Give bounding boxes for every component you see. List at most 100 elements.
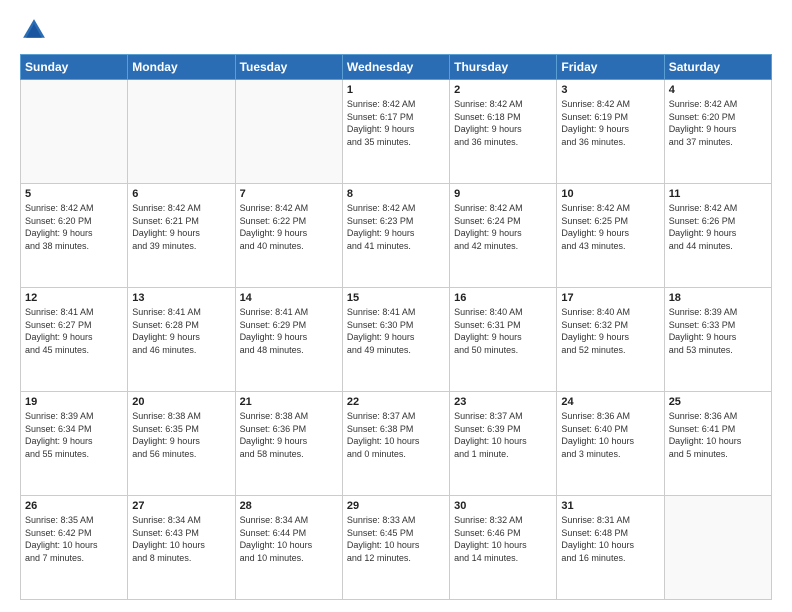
- calendar-week-row: 26Sunrise: 8:35 AM Sunset: 6:42 PM Dayli…: [21, 496, 772, 600]
- day-number: 18: [669, 292, 767, 304]
- calendar-cell: 5 Sunrise: 8:42 AM Sunset: 6:20 PM Daylig…: [21, 184, 128, 288]
- calendar-cell: 16Sunrise: 8:40 AM Sunset: 6:31 PM Dayli…: [450, 288, 557, 392]
- calendar-cell: 2 Sunrise: 8:42 AM Sunset: 6:18 PM Daylig…: [450, 80, 557, 184]
- calendar-cell: [21, 80, 128, 184]
- day-info: Sunrise: 8:42 AM Sunset: 6:23 PM Dayligh…: [347, 202, 445, 252]
- calendar-cell: 10Sunrise: 8:42 AM Sunset: 6:25 PM Dayli…: [557, 184, 664, 288]
- weekday-header: Saturday: [664, 55, 771, 80]
- day-info: Sunrise: 8:37 AM Sunset: 6:39 PM Dayligh…: [454, 410, 552, 460]
- calendar-cell: [664, 496, 771, 600]
- day-info: Sunrise: 8:36 AM Sunset: 6:40 PM Dayligh…: [561, 410, 659, 460]
- calendar-cell: 24 Sunrise: 8:36 AM Sunset: 6:40 PM Dayli…: [557, 392, 664, 496]
- day-info: Sunrise: 8:42 AM Sunset: 6:19 PM Dayligh…: [561, 98, 659, 148]
- day-info: Sunrise: 8:41 AM Sunset: 6:29 PM Dayligh…: [240, 306, 338, 356]
- day-info: Sunrise: 8:40 AM Sunset: 6:32 PM Dayligh…: [561, 306, 659, 356]
- day-info: Sunrise: 8:34 AM Sunset: 6:43 PM Dayligh…: [132, 514, 230, 564]
- calendar-cell: 8 Sunrise: 8:42 AM Sunset: 6:23 PM Daylig…: [342, 184, 449, 288]
- header: [20, 16, 772, 44]
- day-info: Sunrise: 8:32 AM Sunset: 6:46 PM Dayligh…: [454, 514, 552, 564]
- calendar-cell: 26Sunrise: 8:35 AM Sunset: 6:42 PM Dayli…: [21, 496, 128, 600]
- day-number: 15: [347, 292, 445, 304]
- day-number: 20: [132, 396, 230, 408]
- calendar-cell: 9 Sunrise: 8:42 AM Sunset: 6:24 PM Daylig…: [450, 184, 557, 288]
- calendar-cell: 3 Sunrise: 8:42 AM Sunset: 6:19 PM Daylig…: [557, 80, 664, 184]
- calendar: SundayMondayTuesdayWednesdayThursdayFrid…: [20, 54, 772, 600]
- day-number: 9: [454, 188, 552, 200]
- day-info: Sunrise: 8:42 AM Sunset: 6:22 PM Dayligh…: [240, 202, 338, 252]
- calendar-header-row: SundayMondayTuesdayWednesdayThursdayFrid…: [21, 55, 772, 80]
- calendar-cell: 14 Sunrise: 8:41 AM Sunset: 6:29 PM Dayli…: [235, 288, 342, 392]
- calendar-week-row: 19Sunrise: 8:39 AM Sunset: 6:34 PM Dayli…: [21, 392, 772, 496]
- day-number: 8: [347, 188, 445, 200]
- weekday-header: Monday: [128, 55, 235, 80]
- day-number: 24: [561, 396, 659, 408]
- logo-icon: [20, 16, 48, 44]
- day-info: Sunrise: 8:41 AM Sunset: 6:30 PM Dayligh…: [347, 306, 445, 356]
- calendar-cell: 21 Sunrise: 8:38 AM Sunset: 6:36 PM Dayli…: [235, 392, 342, 496]
- day-number: 21: [240, 396, 338, 408]
- day-info: Sunrise: 8:42 AM Sunset: 6:18 PM Dayligh…: [454, 98, 552, 148]
- day-info: Sunrise: 8:37 AM Sunset: 6:38 PM Dayligh…: [347, 410, 445, 460]
- calendar-week-row: 12Sunrise: 8:41 AM Sunset: 6:27 PM Dayli…: [21, 288, 772, 392]
- calendar-cell: 4 Sunrise: 8:42 AM Sunset: 6:20 PM Daylig…: [664, 80, 771, 184]
- day-number: 19: [25, 396, 123, 408]
- calendar-cell: 13Sunrise: 8:41 AM Sunset: 6:28 PM Dayli…: [128, 288, 235, 392]
- weekday-header: Sunday: [21, 55, 128, 80]
- calendar-cell: 1Sunrise: 8:42 AM Sunset: 6:17 PM Daylig…: [342, 80, 449, 184]
- day-info: Sunrise: 8:34 AM Sunset: 6:44 PM Dayligh…: [240, 514, 338, 564]
- calendar-cell: 18 Sunrise: 8:39 AM Sunset: 6:33 PM Dayli…: [664, 288, 771, 392]
- day-number: 2: [454, 84, 552, 96]
- day-info: Sunrise: 8:38 AM Sunset: 6:35 PM Dayligh…: [132, 410, 230, 460]
- day-number: 23: [454, 396, 552, 408]
- day-info: Sunrise: 8:31 AM Sunset: 6:48 PM Dayligh…: [561, 514, 659, 564]
- calendar-week-row: 1Sunrise: 8:42 AM Sunset: 6:17 PM Daylig…: [21, 80, 772, 184]
- day-number: 12: [25, 292, 123, 304]
- calendar-cell: 22Sunrise: 8:37 AM Sunset: 6:38 PM Dayli…: [342, 392, 449, 496]
- logo: [20, 16, 52, 44]
- day-number: 29: [347, 500, 445, 512]
- day-info: Sunrise: 8:39 AM Sunset: 6:33 PM Dayligh…: [669, 306, 767, 356]
- calendar-cell: [235, 80, 342, 184]
- day-number: 28: [240, 500, 338, 512]
- day-number: 27: [132, 500, 230, 512]
- calendar-cell: [128, 80, 235, 184]
- calendar-cell: 30 Sunrise: 8:32 AM Sunset: 6:46 PM Dayli…: [450, 496, 557, 600]
- weekday-header: Wednesday: [342, 55, 449, 80]
- day-number: 31: [561, 500, 659, 512]
- day-number: 5: [25, 188, 123, 200]
- calendar-cell: 6 Sunrise: 8:42 AM Sunset: 6:21 PM Daylig…: [128, 184, 235, 288]
- day-number: 4: [669, 84, 767, 96]
- day-info: Sunrise: 8:33 AM Sunset: 6:45 PM Dayligh…: [347, 514, 445, 564]
- calendar-cell: 15 Sunrise: 8:41 AM Sunset: 6:30 PM Dayli…: [342, 288, 449, 392]
- calendar-week-row: 5 Sunrise: 8:42 AM Sunset: 6:20 PM Daylig…: [21, 184, 772, 288]
- calendar-cell: 20 Sunrise: 8:38 AM Sunset: 6:35 PM Dayli…: [128, 392, 235, 496]
- calendar-cell: 11Sunrise: 8:42 AM Sunset: 6:26 PM Dayli…: [664, 184, 771, 288]
- day-info: Sunrise: 8:42 AM Sunset: 6:20 PM Dayligh…: [669, 98, 767, 148]
- day-number: 30: [454, 500, 552, 512]
- calendar-cell: 17 Sunrise: 8:40 AM Sunset: 6:32 PM Dayli…: [557, 288, 664, 392]
- day-info: Sunrise: 8:42 AM Sunset: 6:21 PM Dayligh…: [132, 202, 230, 252]
- day-info: Sunrise: 8:35 AM Sunset: 6:42 PM Dayligh…: [25, 514, 123, 564]
- day-number: 17: [561, 292, 659, 304]
- day-number: 14: [240, 292, 338, 304]
- day-number: 25: [669, 396, 767, 408]
- day-info: Sunrise: 8:42 AM Sunset: 6:25 PM Dayligh…: [561, 202, 659, 252]
- calendar-cell: 12Sunrise: 8:41 AM Sunset: 6:27 PM Dayli…: [21, 288, 128, 392]
- day-info: Sunrise: 8:36 AM Sunset: 6:41 PM Dayligh…: [669, 410, 767, 460]
- calendar-cell: 19Sunrise: 8:39 AM Sunset: 6:34 PM Dayli…: [21, 392, 128, 496]
- calendar-cell: 28 Sunrise: 8:34 AM Sunset: 6:44 PM Dayli…: [235, 496, 342, 600]
- calendar-cell: 31 Sunrise: 8:31 AM Sunset: 6:48 PM Dayli…: [557, 496, 664, 600]
- day-info: Sunrise: 8:40 AM Sunset: 6:31 PM Dayligh…: [454, 306, 552, 356]
- day-number: 11: [669, 188, 767, 200]
- day-info: Sunrise: 8:42 AM Sunset: 6:24 PM Dayligh…: [454, 202, 552, 252]
- day-number: 6: [132, 188, 230, 200]
- day-number: 13: [132, 292, 230, 304]
- weekday-header: Thursday: [450, 55, 557, 80]
- day-number: 3: [561, 84, 659, 96]
- day-info: Sunrise: 8:42 AM Sunset: 6:20 PM Dayligh…: [25, 202, 123, 252]
- day-info: Sunrise: 8:38 AM Sunset: 6:36 PM Dayligh…: [240, 410, 338, 460]
- page: SundayMondayTuesdayWednesdayThursdayFrid…: [0, 0, 792, 612]
- calendar-cell: 29 Sunrise: 8:33 AM Sunset: 6:45 PM Dayli…: [342, 496, 449, 600]
- calendar-cell: 7Sunrise: 8:42 AM Sunset: 6:22 PM Daylig…: [235, 184, 342, 288]
- calendar-cell: 27 Sunrise: 8:34 AM Sunset: 6:43 PM Dayli…: [128, 496, 235, 600]
